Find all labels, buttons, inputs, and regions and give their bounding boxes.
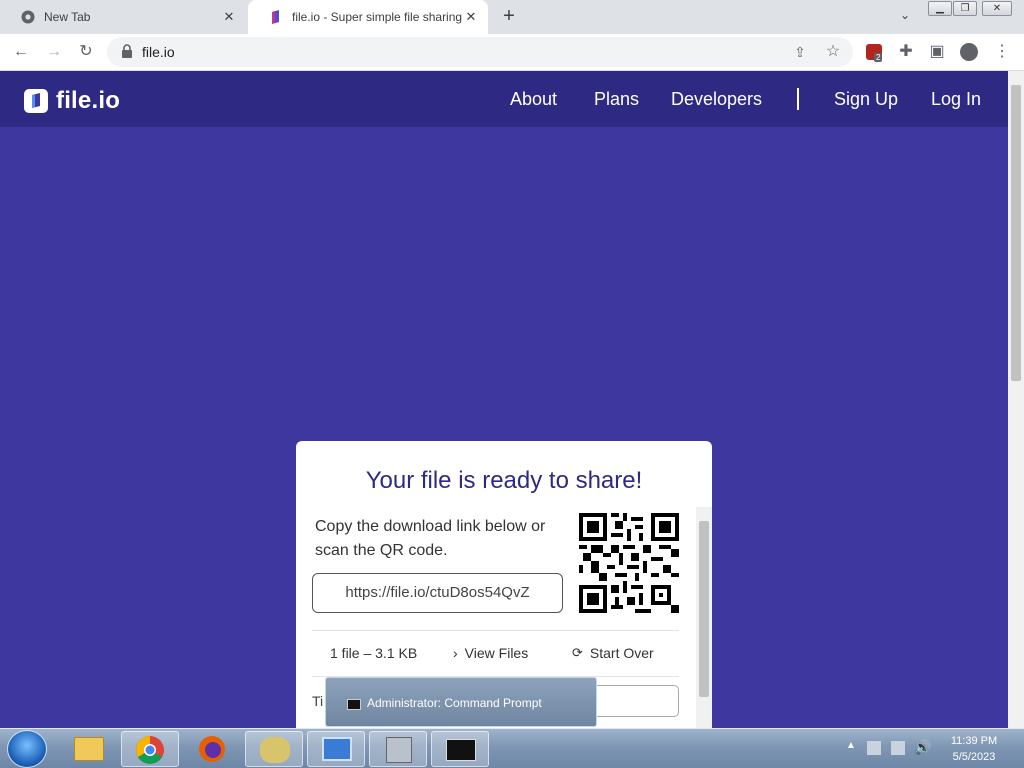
action-center-flag-icon[interactable] — [867, 741, 881, 755]
extension-badge: 2 — [874, 53, 883, 62]
clock-date: 5/5/2023 — [952, 751, 996, 763]
command-prompt-icon — [347, 699, 361, 710]
file-io-favicon — [269, 10, 283, 24]
close-window-button[interactable]: ✕ — [982, 1, 1012, 16]
partial-field-label: Ti — [312, 693, 324, 709]
taskbar-firefox[interactable] — [183, 731, 241, 767]
taskbar-command-prompt[interactable] — [431, 731, 489, 767]
tab-title: New Tab — [44, 10, 91, 24]
bookmark-star-icon[interactable]: ☆ — [822, 41, 844, 63]
volume-icon[interactable]: 🔊 — [914, 739, 931, 756]
tab-title: file.io - Super simple file sharing — [292, 10, 463, 24]
ublock-extension-icon[interactable]: 2 — [866, 44, 883, 62]
restore-button[interactable]: ❐ — [953, 1, 977, 16]
nav-developers[interactable]: Developers — [671, 89, 762, 110]
refresh-icon: ⟳ — [572, 645, 583, 660]
chevron-right-icon: › — [453, 645, 458, 661]
tab-strip: New Tab ✕ file.io - Super simple file sh… — [0, 0, 1024, 34]
partial-input-field[interactable] — [594, 685, 679, 717]
start-button[interactable] — [7, 730, 47, 768]
kebab-menu-icon[interactable]: ⋮ — [991, 41, 1013, 63]
chevron-down-icon[interactable]: ⌄ — [896, 8, 914, 26]
nav-log-in[interactable]: Log In — [931, 89, 981, 110]
lock-icon — [122, 44, 132, 58]
bee-app-icon — [260, 737, 290, 763]
divider — [312, 630, 679, 631]
nav-divider — [797, 88, 799, 110]
page-scrollbar-thumb[interactable] — [1011, 85, 1021, 381]
chrome-icon — [21, 10, 35, 24]
url-text: file.io — [142, 44, 175, 60]
page-scrollbar[interactable] — [1008, 71, 1024, 728]
cmd-taskbar-popup[interactable]: Administrator: Command Prompt — [325, 677, 597, 727]
qr-code — [579, 513, 679, 613]
card-description: Copy the download link below or scan the… — [315, 518, 546, 559]
nav-plans[interactable]: Plans — [594, 89, 639, 110]
puzzle-extensions-icon[interactable]: ✚ — [895, 41, 917, 63]
card-scrollbar[interactable] — [696, 507, 712, 728]
clock-time: 11:39 PM — [950, 735, 998, 747]
forward-arrow-icon[interactable]: → — [43, 41, 65, 63]
nav-about[interactable]: About — [510, 89, 557, 110]
command-prompt-icon — [446, 739, 476, 761]
firefox-icon — [199, 736, 225, 762]
network-icon[interactable] — [891, 741, 905, 755]
new-tab-button[interactable]: + — [499, 6, 519, 27]
page-viewport: file.io About Plans Developers Sign Up L… — [0, 71, 1008, 728]
side-panel-icon[interactable]: ▣ — [926, 41, 948, 63]
installer-icon — [386, 737, 412, 763]
reload-icon[interactable]: ↻ — [75, 41, 97, 63]
tab-new-tab[interactable]: New Tab ✕ — [0, 0, 246, 34]
profile-avatar[interactable] — [960, 43, 978, 61]
popup-title: Administrator: Command Prompt — [367, 696, 542, 710]
start-over-label: Start Over — [589, 645, 654, 661]
close-tab-icon[interactable]: ✕ — [221, 9, 237, 25]
chrome-icon — [136, 736, 164, 764]
system-clock[interactable]: 11:39 PM 5/5/2023 — [944, 733, 1004, 765]
windows-taskbar: ▲ 🔊 11:39 PM 5/5/2023 — [0, 728, 1024, 768]
card-title: Your file is ready to share! — [365, 467, 643, 494]
back-arrow-icon[interactable]: ← — [10, 41, 32, 63]
file-info: 1 file – 3.1 KB — [330, 645, 418, 661]
share-link-field[interactable]: https://file.io/ctuD8os54QvZ — [312, 573, 563, 613]
taskbar-control-panel[interactable] — [307, 731, 365, 767]
site-navbar: file.io About Plans Developers Sign Up L… — [0, 71, 1008, 127]
share-icon[interactable]: ⇪ — [789, 41, 811, 63]
file-io-logo-icon — [24, 89, 48, 113]
taskbar-installer[interactable] — [369, 731, 427, 767]
taskbar-app-bee[interactable] — [245, 731, 303, 767]
card-scrollbar-thumb[interactable] — [699, 521, 709, 697]
control-panel-icon — [322, 737, 352, 761]
close-tab-icon[interactable]: ✕ — [463, 9, 479, 25]
nav-sign-up[interactable]: Sign Up — [834, 89, 898, 110]
logo-text: file.io — [56, 87, 121, 114]
tab-file-io[interactable]: file.io - Super simple file sharing ✕ — [248, 0, 488, 34]
taskbar-chrome[interactable] — [121, 731, 179, 767]
address-bar[interactable]: file.io ⇪ ☆ — [107, 37, 853, 67]
site-logo[interactable]: file.io — [24, 87, 120, 115]
show-hidden-icons[interactable]: ▲ — [846, 740, 856, 751]
taskbar-explorer[interactable] — [60, 731, 118, 767]
minimize-button[interactable]: ▁ — [928, 1, 952, 16]
view-files-link[interactable]: › View Files — [453, 645, 528, 661]
start-over-button[interactable]: ⟳ Start Over — [572, 645, 654, 661]
folder-icon — [74, 737, 104, 761]
browser-toolbar: ← → ↻ file.io ⇪ ☆ 2 ✚ ▣ ⋮ — [0, 34, 1024, 71]
view-files-label: View Files — [464, 645, 529, 661]
